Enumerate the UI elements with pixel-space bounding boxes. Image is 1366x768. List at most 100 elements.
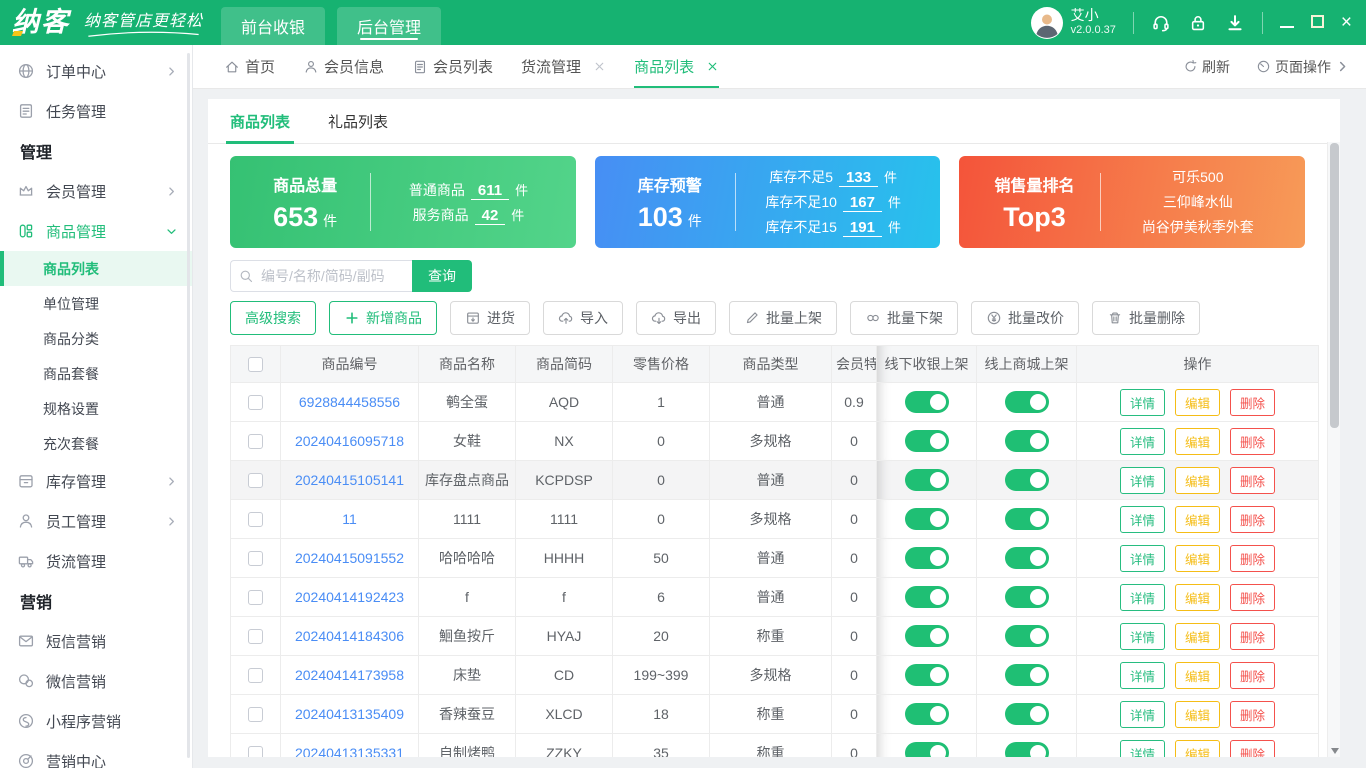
card-line-value[interactable]: 611 (470, 182, 510, 200)
download-icon[interactable] (1225, 13, 1245, 33)
offline-shelf-toggle[interactable] (904, 508, 949, 530)
product-id-link[interactable]: 20240414184306 (295, 628, 404, 644)
stock-in-button[interactable]: 进货 (450, 301, 530, 335)
online-shelf-toggle[interactable] (1004, 742, 1049, 757)
card-line-value[interactable]: 167 (842, 194, 882, 212)
card-line-value[interactable]: 133 (839, 169, 879, 187)
edit-button[interactable]: 编辑 (1174, 388, 1220, 416)
batch-reprice-button[interactable]: 批量改价 (971, 301, 1079, 335)
detail-button[interactable]: 详情 (1119, 661, 1165, 689)
offline-shelf-toggle[interactable] (904, 391, 949, 413)
detail-button[interactable]: 详情 (1119, 622, 1165, 650)
sidebar-item[interactable]: 货流管理 (0, 541, 192, 581)
product-id-link[interactable]: 6928844458556 (299, 394, 400, 410)
sidebar-item[interactable]: 商品管理 (0, 211, 192, 251)
delete-button[interactable]: 删除 (1230, 661, 1276, 689)
edit-button[interactable]: 编辑 (1174, 544, 1220, 572)
row-checkbox[interactable] (248, 473, 263, 489)
delete-button[interactable]: 删除 (1230, 505, 1276, 533)
detail-button[interactable]: 详情 (1119, 466, 1165, 494)
close-icon[interactable] (593, 60, 606, 73)
card-line-value[interactable]: 42 (474, 207, 506, 225)
offline-shelf-toggle[interactable] (904, 664, 949, 686)
sidebar-subitem[interactable]: 商品列表 (0, 251, 192, 286)
sidebar-subitem[interactable]: 充次套餐 (0, 426, 192, 461)
detail-button[interactable]: 详情 (1119, 739, 1165, 757)
online-shelf-toggle[interactable] (1004, 586, 1049, 608)
sidebar-subitem[interactable]: 商品分类 (0, 321, 192, 356)
user-info[interactable]: 艾小 v2.0.0.37 (1030, 6, 1116, 39)
delete-button[interactable]: 删除 (1230, 427, 1276, 455)
import-button[interactable]: 导入 (543, 301, 623, 335)
refresh-button[interactable]: 刷新 (1183, 57, 1230, 77)
delete-button[interactable]: 删除 (1230, 544, 1276, 572)
edit-button[interactable]: 编辑 (1174, 622, 1220, 650)
row-checkbox[interactable] (248, 746, 263, 757)
product-id-link[interactable]: 20240415105141 (295, 472, 404, 488)
page-tab[interactable]: 货流管理 (521, 45, 606, 88)
product-id-link[interactable]: 20240415091552 (295, 550, 404, 566)
delete-button[interactable]: 删除 (1230, 388, 1276, 416)
offline-shelf-toggle[interactable] (904, 547, 949, 569)
row-checkbox[interactable] (248, 512, 263, 528)
page-tab[interactable]: 会员信息 (303, 45, 384, 88)
page-tab[interactable]: 首页 (224, 45, 275, 88)
sidebar-subitem[interactable]: 规格设置 (0, 391, 192, 426)
row-checkbox[interactable] (248, 668, 263, 684)
offline-shelf-toggle[interactable] (904, 586, 949, 608)
select-all-checkbox[interactable] (248, 357, 263, 373)
search-input[interactable] (230, 260, 412, 292)
detail-button[interactable]: 详情 (1119, 583, 1165, 611)
row-checkbox[interactable] (248, 629, 263, 645)
edit-button[interactable]: 编辑 (1174, 427, 1220, 455)
edit-button[interactable]: 编辑 (1174, 505, 1220, 533)
content-tab[interactable]: 礼品列表 (328, 111, 388, 143)
detail-button[interactable]: 详情 (1119, 700, 1165, 728)
offline-shelf-toggle[interactable] (904, 469, 949, 491)
online-shelf-toggle[interactable] (1004, 664, 1049, 686)
maximize-button[interactable] (1310, 14, 1324, 31)
batch-delete-button[interactable]: 批量删除 (1092, 301, 1200, 335)
sidebar-item[interactable]: 短信营销 (0, 621, 192, 661)
vertical-scrollbar[interactable] (1327, 142, 1340, 757)
product-id-link[interactable]: 20240413135331 (295, 745, 404, 757)
topnav-cashier-button[interactable]: 前台收银 (221, 7, 326, 45)
online-shelf-toggle[interactable] (1004, 430, 1049, 452)
detail-button[interactable]: 详情 (1119, 505, 1165, 533)
delete-button[interactable]: 删除 (1230, 622, 1276, 650)
card-line-value[interactable]: 191 (842, 219, 882, 237)
offline-shelf-toggle[interactable] (904, 742, 949, 757)
batch-on-shelf-button[interactable]: 批量上架 (729, 301, 837, 335)
row-checkbox[interactable] (248, 590, 263, 606)
export-button[interactable]: 导出 (636, 301, 716, 335)
sidebar-item[interactable]: 任务管理 (0, 91, 192, 131)
online-shelf-toggle[interactable] (1004, 391, 1049, 413)
page-tab[interactable]: 会员列表 (412, 45, 493, 88)
scrollbar-thumb[interactable] (1330, 143, 1339, 428)
online-shelf-toggle[interactable] (1004, 547, 1049, 569)
online-shelf-toggle[interactable] (1004, 469, 1049, 491)
close-button[interactable]: × (1341, 13, 1352, 32)
sidebar-item[interactable]: 小程序营销 (0, 701, 192, 741)
edit-button[interactable]: 编辑 (1174, 661, 1220, 689)
topnav-admin-button[interactable]: 后台管理 (337, 7, 442, 45)
online-shelf-toggle[interactable] (1004, 508, 1049, 530)
product-id-link[interactable]: 20240413135409 (295, 706, 404, 722)
sidebar-item[interactable]: 微信营销 (0, 661, 192, 701)
page-tab[interactable]: 商品列表 (634, 45, 719, 88)
content-tab[interactable]: 商品列表 (225, 111, 295, 144)
batch-off-shelf-button[interactable]: 批量下架 (850, 301, 958, 335)
detail-button[interactable]: 详情 (1119, 544, 1165, 572)
delete-button[interactable]: 删除 (1230, 739, 1276, 757)
delete-button[interactable]: 删除 (1230, 466, 1276, 494)
offline-shelf-toggle[interactable] (904, 625, 949, 647)
sidebar-item[interactable]: 库存管理 (0, 461, 192, 501)
sidebar-item[interactable]: 员工管理 (0, 501, 192, 541)
online-shelf-toggle[interactable] (1004, 625, 1049, 647)
sidebar-subitem[interactable]: 单位管理 (0, 286, 192, 321)
sidebar-item[interactable]: 订单中心 (0, 51, 192, 91)
sidebar-item[interactable]: 会员管理 (0, 171, 192, 211)
minimize-button[interactable] (1279, 15, 1294, 31)
sidebar-scrollbar-thumb[interactable] (187, 53, 190, 758)
add-product-button[interactable]: 新增商品 (329, 301, 437, 335)
